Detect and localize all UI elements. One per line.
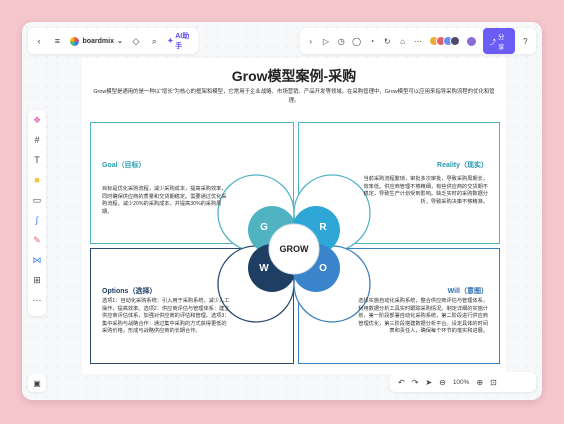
reality-heading: Reality（现实）: [437, 162, 488, 169]
boardmix-logo-icon: [70, 36, 80, 46]
avatar: [449, 36, 460, 46]
sticky-note-icon[interactable]: ■: [31, 174, 43, 186]
zoom-level[interactable]: 100%: [453, 379, 470, 386]
minimap-button[interactable]: ▣: [28, 374, 46, 392]
vote-icon[interactable]: ◔: [367, 36, 376, 47]
avatar: [465, 35, 477, 47]
history-icon[interactable]: ↻: [383, 36, 392, 47]
options-heading: Options（选择）: [102, 288, 157, 295]
more-tools-icon[interactable]: ⋯: [31, 294, 43, 306]
zoom-out-icon[interactable]: ⊖: [439, 378, 446, 387]
share-icon: ⤴: [489, 39, 497, 46]
center-label: GROW: [279, 244, 309, 254]
goal-text: 目标是优化采购流程，减少采购成本，提高采购效率，同时确保供应商的质量和交货期稳定…: [102, 186, 227, 215]
library-icon[interactable]: ⌂: [398, 36, 407, 47]
shape-icon[interactable]: ▭: [31, 194, 43, 206]
undo-icon[interactable]: ↶: [398, 378, 405, 387]
will-heading: Will（意图）: [447, 288, 488, 295]
minimap-icon: ▣: [33, 378, 41, 388]
ai-assistant-button[interactable]: ✦ AI助手: [167, 31, 192, 51]
brand-label: boardmix: [82, 37, 114, 45]
text-icon[interactable]: T: [31, 154, 43, 166]
chevron-down-icon: ⌄: [116, 38, 123, 45]
left-tool-palette: ❖ # T ■ ▭ ∫ ✎ ⋈ ⊞ ⋯: [28, 110, 46, 316]
fit-screen-icon[interactable]: ⊡: [490, 378, 497, 387]
top-left-toolbar: ‹ ≡ boardmix ⌄ ◇ ⌕ ✦ AI助手: [28, 28, 198, 54]
collaborator-avatars[interactable]: [428, 36, 460, 46]
app-window: ‹ ≡ boardmix ⌄ ◇ ⌕ ✦ AI助手 › ▷ ◷ ◯ ◔ ↻ ⌂ …: [22, 22, 542, 400]
grow-model-document[interactable]: Grow模型案例-采购 Grow模型是通用的是一种以“增长”为核心的框架和模型，…: [82, 58, 506, 374]
ai-sparkle-icon: ✦: [167, 38, 174, 45]
collapse-icon[interactable]: ›: [306, 36, 315, 47]
reality-text: 当前采购流程繁琐，审批多次审批，导致采购周期长，效率低。供应商管理不够精细，有些…: [363, 176, 488, 205]
more-icon[interactable]: ⋯: [413, 36, 422, 47]
mindmap-icon[interactable]: ⋈: [31, 254, 43, 266]
connector-icon[interactable]: ∫: [31, 214, 43, 226]
top-right-toolbar: › ▷ ◷ ◯ ◔ ↻ ⌂ ⋯ ⤴ 分享 ?: [300, 28, 536, 54]
petal-letter-g: G: [260, 222, 268, 233]
comment-icon[interactable]: ◯: [352, 36, 361, 47]
brand-switcher[interactable]: boardmix ⌄: [70, 36, 123, 46]
petal-letter-r: R: [319, 222, 327, 233]
redo-icon[interactable]: ↷: [412, 378, 419, 387]
will-text: 选择实施自动化采购系统，整合供应商评估与管理体系，利用数据分析工具实时跟踪采购情…: [358, 298, 488, 335]
table-icon[interactable]: ⊞: [31, 274, 43, 286]
goal-heading: Goal（目标）: [102, 162, 146, 169]
petal-letter-o: O: [319, 263, 327, 274]
back-icon[interactable]: ‹: [34, 35, 44, 47]
options-text: 选项1：自动化采购系统：引入用于采购系统，减少人工操作，提高效率。选项2：供应商…: [102, 298, 230, 335]
help-icon[interactable]: ?: [521, 36, 530, 47]
bottom-zoom-toolbar: ↶ ↷ ➤ ⊖ 100% ⊕ ⊡: [390, 372, 536, 392]
pen-icon[interactable]: ✎: [31, 234, 43, 246]
menu-icon[interactable]: ≡: [52, 35, 62, 47]
cursor-icon[interactable]: ➤: [425, 378, 432, 387]
current-user-avatar[interactable]: [465, 35, 477, 47]
tag-icon[interactable]: ◇: [131, 35, 141, 47]
zoom-in-icon[interactable]: ⊕: [476, 378, 483, 387]
share-label: 分享: [498, 34, 505, 51]
share-button[interactable]: ⤴ 分享: [482, 28, 515, 54]
template-icon[interactable]: ❖: [31, 114, 43, 126]
petal-letter-w: W: [259, 263, 269, 274]
play-icon[interactable]: ▷: [321, 36, 330, 47]
timer-icon[interactable]: ◷: [337, 36, 346, 47]
frame-icon[interactable]: #: [31, 134, 43, 146]
search-icon[interactable]: ⌕: [149, 35, 159, 47]
ai-assistant-label: AI助手: [175, 33, 190, 50]
